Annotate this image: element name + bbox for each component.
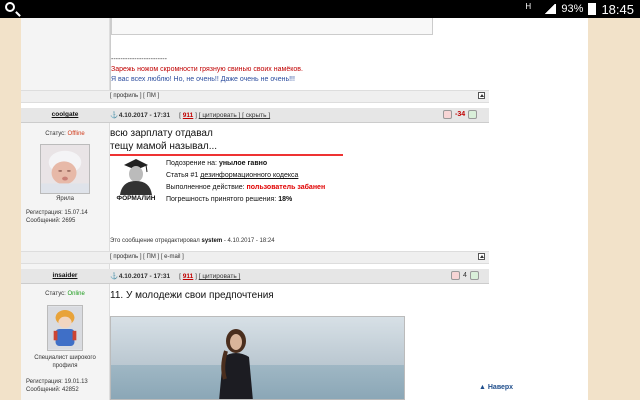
post-photo[interactable] [110, 316, 405, 400]
profile-pm-email-links[interactable]: [ профиль ] [ ПМ ] [ e-mail ] [110, 254, 184, 260]
signal-icon [544, 4, 557, 14]
judge-portrait-icon [112, 157, 160, 195]
rep-minus-icon[interactable] [443, 110, 452, 119]
battery-percent: 93% [561, 3, 584, 15]
avatar-knitted-doll[interactable] [47, 305, 83, 351]
post-author-link[interactable]: insaider [21, 272, 109, 279]
prev-post-footer-bar: [ профиль ] [ ПМ ] [21, 90, 489, 103]
prev-post-quote-box [111, 18, 433, 35]
anchor-icon[interactable]: ⚓ [110, 272, 118, 280]
android-status-bar: 93% 18:45 [0, 0, 640, 18]
user-status: Статус: Offline [45, 131, 85, 137]
prev-post-body: ------------------------ Зарежь ножом ск… [110, 18, 489, 90]
post-date: 4.10.2017 - 17:31 [118, 273, 171, 280]
post-text-line-2: тещу мамой называл... [110, 141, 218, 152]
verdict-line-4: Погрешность принятого решения: 18% [166, 196, 293, 203]
post-meta: ⚓ 4.10.2017 - 17:31 [ 911 ] [ цитировать… [110, 111, 271, 119]
search-icon[interactable] [5, 2, 15, 12]
forum-thread: ------------------------ Зарежь ножом ск… [21, 18, 489, 400]
post-number-link[interactable]: 911 [183, 112, 194, 119]
back-to-top-link[interactable]: ▲ Наверх [479, 384, 513, 391]
network-h-icon [525, 2, 539, 14]
avatar-baby[interactable] [40, 144, 90, 194]
clock: 18:45 [601, 1, 634, 17]
post-meta: ⚓ 4.10.2017 - 17:31 [ 911 ] [ цитировать… [110, 272, 241, 280]
avatar-caption: Специалист широкого профиля [34, 355, 96, 369]
anchor-icon[interactable]: ⚓ [110, 111, 118, 119]
codex-link[interactable]: дезинформационного кодекса [200, 172, 298, 179]
rep-value: -34 [455, 111, 466, 118]
post-actions[interactable]: [ цитировать ] [ скрыть ] [199, 112, 270, 119]
scroll-up-icon[interactable] [478, 92, 485, 99]
verdict-line-2: Статья #1 дезинформационного кодекса [166, 172, 299, 179]
verdict-line-3: Выполненное действие: пользователь забан… [166, 184, 326, 191]
avatar-caption: Ярила [56, 196, 74, 202]
status-icons: 93% 18:45 [525, 0, 634, 18]
rep-plus-icon[interactable] [468, 110, 478, 119]
post-header-insaider: insaider ⚓ 4.10.2017 - 17:31 [ 911 ] [ ц… [21, 269, 489, 284]
post-date: 4.10.2017 - 17:31 [118, 112, 171, 119]
user-status: Статус: Online [45, 291, 85, 297]
reputation: -34 [443, 110, 478, 119]
rep-plus-icon[interactable] [469, 271, 479, 280]
judge-stamp: ФОРМАЛИН [112, 157, 160, 205]
post-number-link[interactable]: 911 [183, 273, 194, 280]
judge-label: ФОРМАЛИН [116, 195, 156, 202]
post-text: 11. У молодежи свои предпочтения [110, 290, 274, 301]
user-stats: Регистрация: 15.07.14 Сообщений: 2695 [26, 210, 88, 224]
rep-minus-icon[interactable] [451, 271, 460, 280]
status-online: Online [67, 291, 85, 297]
user-stats: Регистрация: 19.01.13 Сообщений: 42852 [26, 379, 88, 393]
edited-note: Это сообщение отредактировал system - 4.… [110, 238, 275, 244]
signature-line-red: Зарежь ножом скромности грязную свинью с… [111, 66, 303, 73]
post-actions[interactable]: [ цитировать ] [199, 273, 241, 280]
red-divider [110, 154, 343, 156]
user-column-insaider: Статус: Online Специалист широкого профи… [21, 284, 110, 400]
right-panel [489, 18, 588, 400]
rep-value: 4 [463, 272, 467, 279]
signature-divider: ------------------------ [111, 56, 167, 63]
post-footer-bar: [ профиль ] [ ПМ ] [ e-mail ] [21, 251, 489, 264]
battery-icon [588, 3, 597, 15]
signature-line-blue: Я вас всех люблю! Но, не очень!! Даже оч… [111, 76, 295, 83]
scroll-up-icon[interactable] [478, 253, 485, 260]
reputation: 4 [451, 271, 479, 280]
photo-woman-figure [219, 329, 253, 399]
status-offline: Offline [67, 131, 85, 137]
post-author-link[interactable]: coolgate [21, 111, 109, 118]
verdict-line-1: Подозрение на: унылое гавно [166, 160, 268, 167]
prev-post-user-column [21, 18, 110, 90]
post-text-line-1: всю зарплату отдавал [110, 128, 213, 139]
profile-pm-links[interactable]: [ профиль ] [ ПМ ] [110, 93, 159, 99]
post-header-coolgate: coolgate ⚓ 4.10.2017 - 17:31 [ 911 ] [ ц… [21, 108, 489, 123]
